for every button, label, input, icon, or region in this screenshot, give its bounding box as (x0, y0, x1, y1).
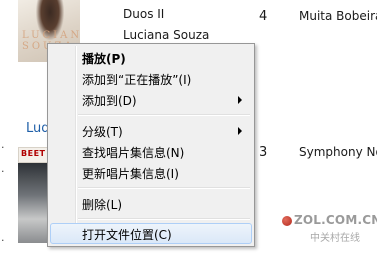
menu-item-open-file-location[interactable]: 打开文件位置(C) (50, 223, 252, 244)
track-title-2[interactable]: Symphony No (299, 145, 377, 159)
watermark-logo-icon (282, 216, 292, 226)
menu-item-delete[interactable]: 删除(L) (50, 193, 252, 214)
menu-item-label: 添加到(D) (82, 94, 137, 108)
row-marker: . (1, 162, 5, 175)
watermark-text: ZOL.COM.CN (294, 213, 377, 227)
menu-item-add-to[interactable]: 添加到(D) (50, 89, 252, 110)
submenu-arrow-icon (238, 127, 242, 135)
track-number: 4 (259, 9, 268, 24)
menu-separator (78, 187, 250, 189)
album-title[interactable]: Duos II (123, 7, 164, 21)
menu-separator (78, 114, 250, 116)
watermark: ZOL.COM.CN 中关村在线 (282, 213, 377, 249)
menu-item-find-album-info[interactable]: 查找唱片集信息(N) (50, 141, 252, 162)
album-art-text: BEET (21, 149, 46, 158)
menu-separator (78, 218, 250, 220)
submenu-arrow-icon (238, 96, 242, 104)
watermark-subtext: 中关村在线 (310, 233, 360, 244)
album-artist[interactable]: Luciana Souza (123, 28, 209, 42)
track-number-2: 3 (259, 145, 268, 160)
menu-item-label: 删除(L) (82, 198, 123, 212)
menu-item-rating[interactable]: 分级(T) (50, 120, 252, 141)
row-marker: . (1, 138, 5, 151)
menu-item-label: 打开文件位置(C) (82, 228, 172, 242)
album-art-beethoven[interactable]: BEET (18, 147, 50, 163)
menu-item-update-album-info[interactable]: 更新唱片集信息(I) (50, 162, 252, 183)
menu-item-play[interactable]: 播放(P) (50, 47, 252, 68)
artist-group-header[interactable]: Lud (26, 121, 50, 136)
menu-item-label: 更新唱片集信息(I) (82, 167, 179, 181)
row-marker: . (1, 231, 5, 244)
track-title[interactable]: Muita Bobeira (299, 9, 377, 23)
menu-item-add-to-now-playing[interactable]: 添加到“正在播放”(I) (50, 68, 252, 89)
context-menu: 播放(P) 添加到“正在播放”(I) 添加到(D) 分级(T) 查找唱片集信息(… (47, 43, 255, 247)
menu-item-label: 添加到“正在播放”(I) (82, 73, 192, 87)
menu-item-label: 查找唱片集信息(N) (82, 146, 185, 160)
menu-item-label: 播放(P) (82, 52, 126, 66)
menu-item-label: 分级(T) (82, 125, 123, 139)
